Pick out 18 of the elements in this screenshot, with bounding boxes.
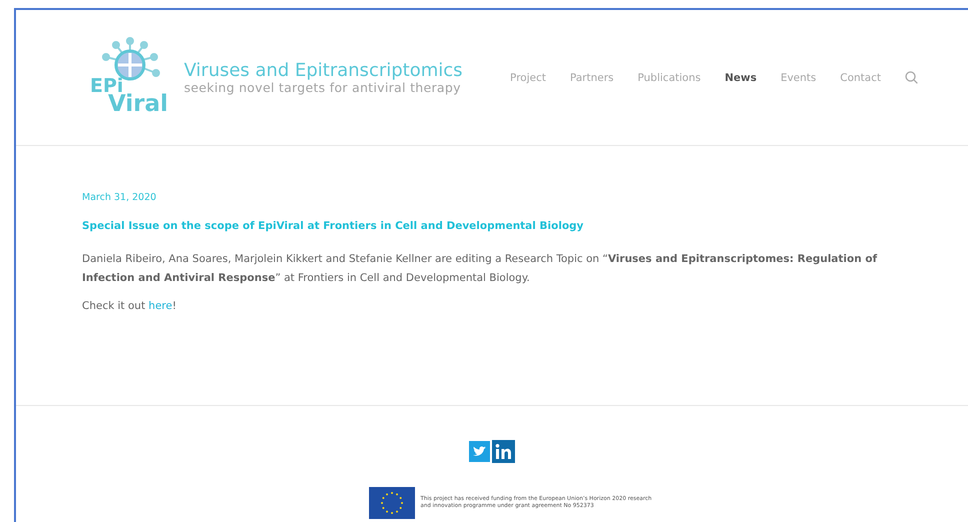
twitter-icon[interactable] <box>469 441 490 462</box>
site-title: Viruses and Epitranscriptomics <box>184 60 463 81</box>
nav-link[interactable]: Contact <box>840 72 881 84</box>
site-tagline: seeking novel targets for antiviral therapy <box>184 80 461 94</box>
post-body: Daniela Ribeiro, Ana Soares, Marjolein Kikkert and Stefanie Kellner are editing a Research Topic on “Viruses and Epitranscriptomes: Regulation of Infection and Antiviral Response” at Frontiers in Cell and Developmental Biology. <box>82 252 878 286</box>
here-link[interactable]: here <box>148 300 172 312</box>
post-paragraph: Check it out here! <box>82 299 178 314</box>
linkedin-icon[interactable] <box>492 440 515 463</box>
nav-link[interactable]: Events <box>780 72 816 84</box>
nav-link[interactable]: Partners <box>570 72 614 84</box>
nav-link[interactable]: News <box>724 72 757 84</box>
eu-flag-icon <box>368 487 414 519</box>
nav-link[interactable]: Project <box>510 72 546 84</box>
search-icon[interactable] <box>905 71 918 84</box>
nav-link[interactable]: Publications <box>638 72 701 84</box>
post-title[interactable]: Special Issue on the scope of EpiViral at Frontiers in Cell and Developmental Biology <box>82 220 902 232</box>
post-date: March 31, 2020 <box>82 192 158 203</box>
logo-text: Viral <box>108 92 168 116</box>
